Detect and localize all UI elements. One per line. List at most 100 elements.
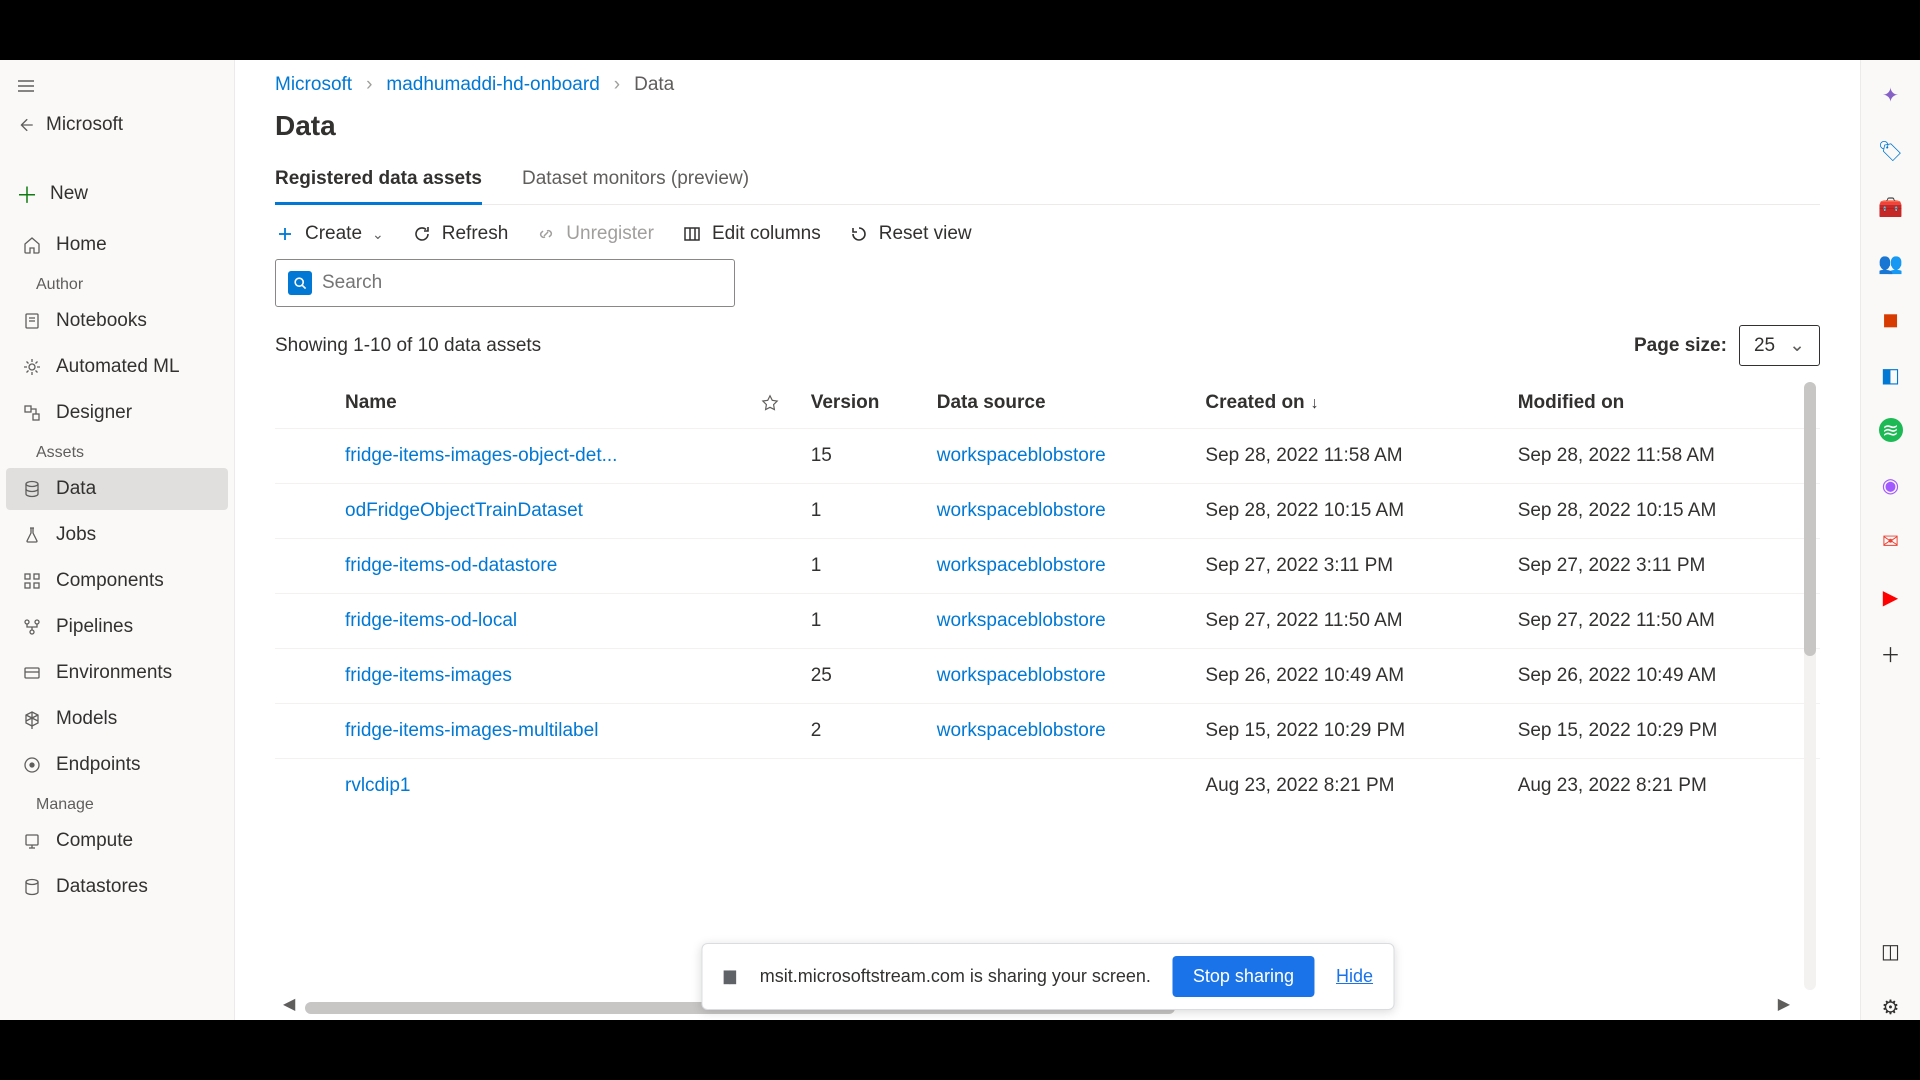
column-checkbox[interactable]	[275, 378, 335, 429]
sidebar-item-datastores[interactable]: Datastores	[6, 866, 228, 908]
scroll-right-icon[interactable]: ▶	[1778, 994, 1790, 1014]
plus-icon: ＋	[16, 178, 38, 210]
outlook-icon[interactable]: ◧	[1878, 362, 1904, 388]
asset-name-link[interactable]: fridge-items-od-local	[345, 610, 517, 631]
spotify-icon[interactable]: ≋	[1879, 418, 1903, 442]
page-size-label: Page size:	[1634, 335, 1727, 357]
sidebar-item-environments[interactable]: Environments	[6, 652, 228, 694]
sidebar-item-compute[interactable]: Compute	[6, 820, 228, 862]
gmail-icon[interactable]: ✉	[1878, 528, 1904, 554]
messenger-icon[interactable]: ◉	[1878, 472, 1904, 498]
sidebar-item-components[interactable]: Components	[6, 560, 228, 602]
asset-name-link[interactable]: fridge-items-od-datastore	[345, 555, 557, 576]
asset-name-link[interactable]: rvlcdip1	[345, 775, 410, 796]
scroll-left-icon[interactable]: ◀	[283, 994, 295, 1014]
sidebar-item-label: Compute	[56, 830, 133, 852]
tab-registered-assets[interactable]: Registered data assets	[275, 158, 482, 205]
sidebar-item-label: Environments	[56, 662, 172, 684]
sidebar-item-endpoints[interactable]: Endpoints	[6, 744, 228, 786]
tab-dataset-monitors[interactable]: Dataset monitors (preview)	[522, 158, 749, 204]
data-source-link[interactable]: workspaceblobstore	[937, 555, 1106, 576]
search-input[interactable]	[322, 272, 722, 294]
sidebar-item-label: Designer	[56, 402, 132, 424]
data-source-link[interactable]: workspaceblobstore	[937, 610, 1106, 631]
cell-created: Sep 28, 2022 10:15 AM	[1195, 484, 1507, 539]
sidebar-item-label: Notebooks	[56, 310, 147, 332]
toolbox-icon[interactable]: 🧰	[1878, 194, 1904, 220]
tag-icon[interactable]: 🏷	[1878, 138, 1904, 164]
showing-text: Showing 1-10 of 10 data assets	[275, 335, 541, 357]
sidebar-item-designer[interactable]: Designer	[6, 392, 228, 434]
models-icon	[22, 709, 42, 729]
chevron-down-icon: ⌄	[372, 226, 384, 243]
add-app-icon[interactable]: ＋	[1878, 640, 1904, 666]
hamburger-icon[interactable]	[0, 68, 234, 104]
table-row[interactable]: fridge-items-images-multilabel 2 workspa…	[275, 704, 1820, 759]
sidebar-section-author: Author	[0, 268, 234, 298]
cell-version: 1	[801, 539, 927, 594]
chevron-right-icon: ›	[366, 74, 372, 96]
cell-created: Sep 27, 2022 11:50 AM	[1195, 594, 1507, 649]
sidebar-item-jobs[interactable]: Jobs	[6, 514, 228, 556]
edit-columns-button[interactable]: Edit columns	[682, 223, 821, 245]
asset-name-link[interactable]: odFridgeObjectTrainDataset	[345, 500, 583, 521]
components-icon	[22, 571, 42, 591]
table-row[interactable]: fridge-items-od-local 1 workspaceblobsto…	[275, 594, 1820, 649]
people-icon[interactable]: 👥	[1878, 250, 1904, 276]
asset-name-link[interactable]: fridge-items-images-object-det...	[345, 445, 617, 466]
sidebar-item-models[interactable]: Models	[6, 698, 228, 740]
sidebar-item-label: Pipelines	[56, 616, 133, 638]
data-source-link[interactable]: workspaceblobstore	[937, 500, 1106, 521]
table-row[interactable]: fridge-items-od-datastore 1 workspaceblo…	[275, 539, 1820, 594]
asset-name-link[interactable]: fridge-items-images-multilabel	[345, 720, 598, 741]
office-icon[interactable]: ◼	[1878, 306, 1904, 332]
unregister-button[interactable]: Unregister	[536, 223, 654, 245]
refresh-button[interactable]: Refresh	[412, 223, 509, 245]
breadcrumb-root[interactable]: Microsoft	[275, 74, 352, 96]
sidebar-item-data[interactable]: Data	[6, 468, 228, 510]
column-favorite[interactable]	[751, 378, 801, 429]
column-modified-on[interactable]: Modified on	[1508, 378, 1820, 429]
sidebar-item-label: Home	[56, 234, 107, 256]
scrollbar-thumb[interactable]	[1804, 382, 1816, 656]
create-button[interactable]: Create ⌄	[275, 223, 384, 245]
copilot-icon[interactable]: ✦	[1878, 82, 1904, 108]
data-source-link[interactable]: workspaceblobstore	[937, 720, 1106, 741]
pipelines-icon	[22, 617, 42, 637]
sidebar-item-home[interactable]: Home	[6, 224, 228, 266]
sidebar-item-notebooks[interactable]: Notebooks	[6, 300, 228, 342]
page-size-select[interactable]: 25 ⌄	[1739, 325, 1820, 366]
sidebar-item-pipelines[interactable]: Pipelines	[6, 606, 228, 648]
asset-name-link[interactable]: fridge-items-images	[345, 665, 512, 686]
table-row[interactable]: rvlcdip1 Aug 23, 2022 8:21 PM Aug 23, 20…	[275, 759, 1820, 814]
back-link[interactable]: Microsoft	[0, 104, 234, 146]
sidebar-item-label: Data	[56, 478, 96, 500]
cell-created: Sep 26, 2022 10:49 AM	[1195, 649, 1507, 704]
hide-button[interactable]: Hide	[1336, 966, 1373, 987]
reset-icon	[849, 224, 869, 244]
panel-icon[interactable]: ◫	[1878, 938, 1904, 964]
search-box[interactable]	[275, 259, 735, 307]
data-source-link[interactable]: workspaceblobstore	[937, 445, 1106, 466]
column-data-source[interactable]: Data source	[927, 378, 1196, 429]
sidebar-item-automl[interactable]: Automated ML	[6, 346, 228, 388]
table-row[interactable]: fridge-items-images-object-det... 15 wor…	[275, 429, 1820, 484]
settings-icon[interactable]: ⚙	[1878, 994, 1904, 1020]
reset-view-button[interactable]: Reset view	[849, 223, 972, 245]
column-version[interactable]: Version	[801, 378, 927, 429]
column-name[interactable]: Name	[335, 378, 751, 429]
breadcrumb-current: Data	[634, 74, 674, 96]
stop-sharing-button[interactable]: Stop sharing	[1173, 956, 1314, 997]
table-row[interactable]: odFridgeObjectTrainDataset 1 workspacebl…	[275, 484, 1820, 539]
table-row[interactable]: fridge-items-images 25 workspaceblobstor…	[275, 649, 1820, 704]
back-arrow-icon	[16, 116, 34, 134]
cell-created: Aug 23, 2022 8:21 PM	[1195, 759, 1507, 814]
vertical-scrollbar[interactable]	[1804, 382, 1816, 990]
youtube-icon[interactable]: ▶	[1878, 584, 1904, 610]
breadcrumb-workspace[interactable]: madhumaddi-hd-onboard	[386, 74, 599, 96]
column-created-on[interactable]: Created on↓	[1195, 378, 1507, 429]
new-button[interactable]: ＋ New	[0, 166, 234, 222]
sort-desc-icon: ↓	[1311, 395, 1319, 412]
data-source-link[interactable]: workspaceblobstore	[937, 665, 1106, 686]
compute-icon	[22, 831, 42, 851]
